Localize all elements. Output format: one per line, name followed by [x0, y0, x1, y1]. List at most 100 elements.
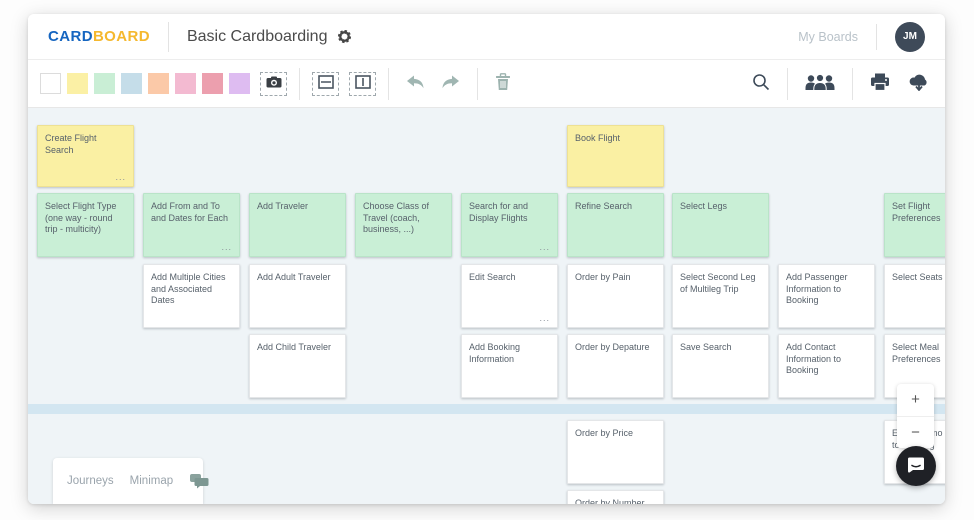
- camera-card-button[interactable]: [260, 71, 287, 96]
- story-card[interactable]: Order by Pain: [567, 264, 664, 328]
- story-card[interactable]: Add Multiple Cities and Associated Dates: [143, 264, 240, 328]
- story-card[interactable]: Order by Price: [567, 420, 664, 484]
- story-card-text: Add Passenger Information to Booking: [786, 272, 848, 306]
- story-card[interactable]: Edit Search...: [461, 264, 558, 328]
- split-row-button[interactable]: [312, 71, 339, 96]
- card-more-indicator[interactable]: ...: [151, 243, 232, 252]
- story-card[interactable]: Save Search: [672, 334, 769, 398]
- story-card-text: Order by Price: [575, 428, 634, 438]
- story-card[interactable]: Add From and To and Dates for Each...: [143, 193, 240, 257]
- toolbar: [28, 60, 945, 108]
- story-card-text: Book Flight: [575, 133, 621, 143]
- cloud-download-icon: [908, 73, 930, 94]
- collaborators-icon: [805, 73, 835, 94]
- card-more-indicator[interactable]: ...: [469, 243, 550, 252]
- zoom-in-button[interactable]: +: [897, 384, 934, 417]
- export-button[interactable]: [903, 71, 935, 96]
- color-swatch[interactable]: [94, 73, 115, 94]
- support-chat-button[interactable]: [896, 446, 936, 486]
- story-card-text: Create Flight Search: [45, 133, 97, 155]
- story-card-text: Set Flight Preferences: [892, 201, 941, 223]
- story-card[interactable]: Set Flight Preferences: [884, 193, 945, 257]
- journeys-minimap-panel: Journeys Minimap: [53, 458, 209, 504]
- story-card-text: Order by Number Stops: [575, 498, 645, 504]
- story-map-board[interactable]: Create Flight Search... Book Flight Select…: [28, 108, 945, 504]
- story-card[interactable]: Add Adult Traveler: [249, 264, 346, 328]
- story-card-text: Add Child Traveler: [257, 342, 332, 352]
- story-card[interactable]: Search for and Display Flights...: [461, 193, 558, 257]
- story-card-text: Add Contact Information to Booking: [786, 342, 842, 376]
- story-card[interactable]: Add Passenger Information to Booking: [778, 264, 875, 328]
- search-icon: [752, 73, 770, 94]
- story-card-text: Order by Depature: [575, 342, 650, 352]
- toolbar-divider: [477, 67, 478, 100]
- tab-minimap[interactable]: Minimap: [130, 475, 173, 487]
- story-card-text: Select Seats: [892, 272, 943, 282]
- camera-icon: [266, 76, 282, 91]
- toolbar-divider: [852, 67, 853, 100]
- color-swatch[interactable]: [148, 73, 169, 94]
- user-avatar[interactable]: JM: [895, 21, 925, 52]
- story-card[interactable]: Add Child Traveler: [249, 334, 346, 398]
- story-card[interactable]: Select Seats: [884, 264, 945, 328]
- story-card-text: Order by Pain: [575, 272, 631, 282]
- story-card[interactable]: Select Legs: [672, 193, 769, 257]
- story-card[interactable]: Select Flight Type (one way - round trip…: [37, 193, 134, 257]
- story-card-text: Select Flight Type (one way - round trip…: [45, 201, 117, 235]
- color-swatch[interactable]: [229, 73, 250, 94]
- story-card[interactable]: Add Booking Information: [461, 334, 558, 398]
- story-card[interactable]: Create Flight Search...: [37, 125, 134, 187]
- redo-button[interactable]: [436, 73, 465, 94]
- zoom-out-button[interactable]: −: [897, 417, 934, 449]
- delete-button[interactable]: [490, 71, 516, 96]
- story-card-text: Add Multiple Cities and Associated Dates: [151, 272, 226, 306]
- story-card[interactable]: Refine Search: [567, 193, 664, 257]
- story-card[interactable]: Order by Depature: [567, 334, 664, 398]
- app-logo[interactable]: CARDBOARD: [48, 28, 150, 45]
- print-button[interactable]: [865, 71, 895, 96]
- undo-button[interactable]: [401, 73, 430, 94]
- story-card[interactable]: Select Second Leg of Multileg Trip: [672, 264, 769, 328]
- color-swatch-group: [40, 73, 250, 94]
- toolbar-divider: [388, 67, 389, 100]
- toolbar-right-icons: [747, 67, 935, 100]
- story-card-text: Search for and Display Flights: [469, 201, 529, 223]
- color-swatch[interactable]: [121, 73, 142, 94]
- story-card[interactable]: Add Traveler: [249, 193, 346, 257]
- comments-icon[interactable]: [189, 473, 209, 489]
- search-button[interactable]: [747, 71, 775, 96]
- logo-card-text: CARD: [48, 28, 93, 45]
- story-card-text: Edit Search: [469, 272, 516, 282]
- toolbar-divider: [787, 67, 788, 100]
- split-column-button[interactable]: [349, 71, 376, 96]
- story-card-text: Refine Search: [575, 201, 633, 211]
- release-divider[interactable]: [28, 404, 945, 414]
- story-card[interactable]: Book Flight: [567, 125, 664, 187]
- color-swatch[interactable]: [175, 73, 196, 94]
- tab-journeys[interactable]: Journeys: [67, 475, 114, 487]
- color-swatch[interactable]: [67, 73, 88, 94]
- app-window: CARDBOARD Basic Cardboarding My Boards J…: [28, 14, 945, 504]
- story-card-text: Add Booking Information: [469, 342, 521, 364]
- zoom-panel: + −: [897, 384, 934, 448]
- color-swatch[interactable]: [40, 73, 61, 94]
- card-more-indicator[interactable]: ...: [45, 173, 126, 182]
- header-divider: [167, 21, 169, 52]
- board-title: Basic Cardboarding: [186, 27, 328, 45]
- split-vertical-icon: [354, 75, 371, 92]
- story-card[interactable]: Order by Number Stops: [567, 490, 664, 504]
- collaborators-button[interactable]: [800, 72, 840, 96]
- app-header: CARDBOARD Basic Cardboarding My Boards J…: [28, 14, 945, 60]
- header-divider: [876, 23, 877, 50]
- story-card-text: Save Search: [680, 342, 732, 352]
- story-card-text: Add Adult Traveler: [257, 272, 331, 282]
- story-card[interactable]: Add Contact Information to Booking: [778, 334, 875, 398]
- board-settings-gear-icon[interactable]: [337, 29, 352, 44]
- card-more-indicator[interactable]: ...: [469, 314, 550, 323]
- my-boards-link[interactable]: My Boards: [798, 30, 858, 44]
- color-swatch[interactable]: [202, 73, 223, 94]
- story-card-text: Add Traveler: [257, 201, 309, 211]
- story-card-text: Select Meal Preferences: [892, 342, 941, 364]
- split-horizontal-icon: [317, 75, 334, 92]
- story-card[interactable]: Choose Class of Travel (coach, business,…: [355, 193, 452, 257]
